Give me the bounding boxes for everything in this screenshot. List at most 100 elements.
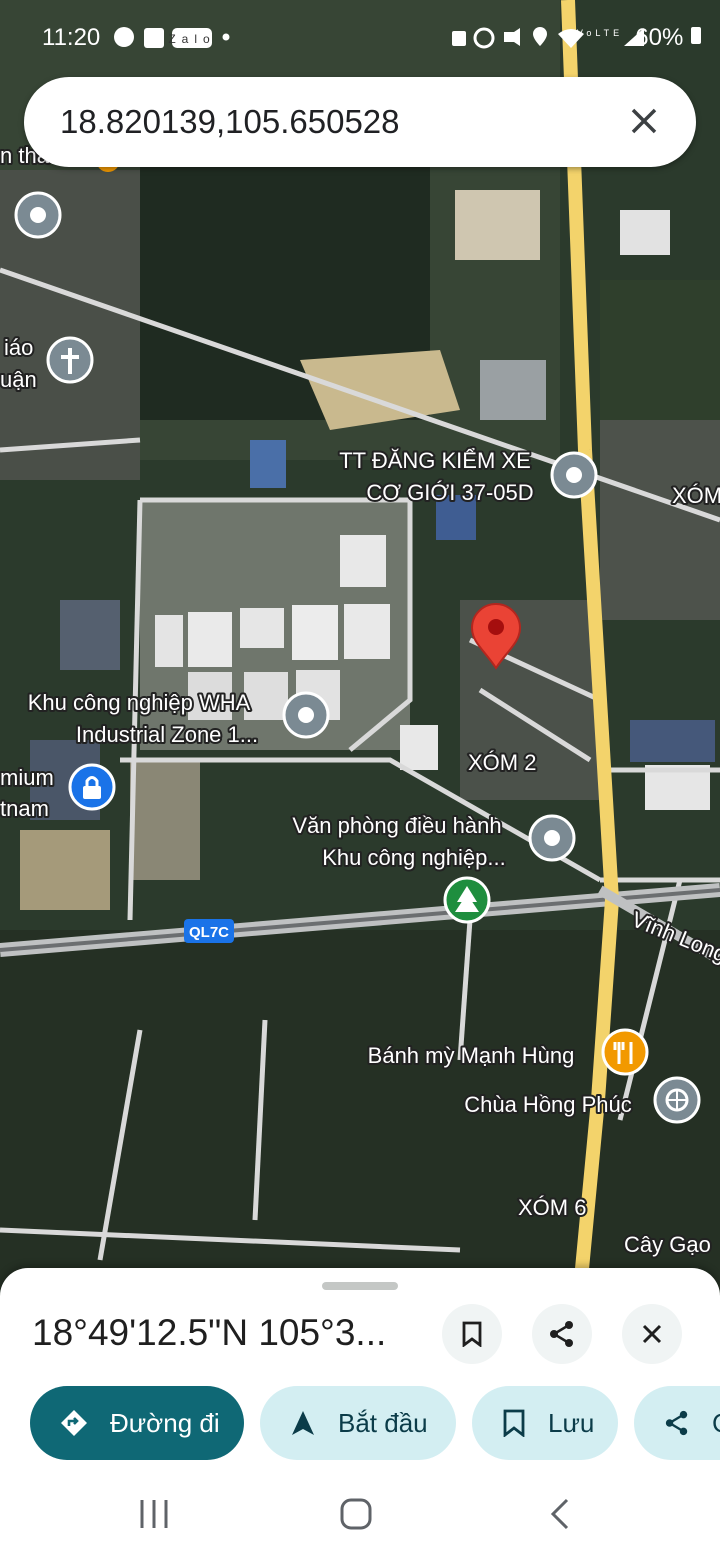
clear-search-button[interactable]	[620, 97, 668, 145]
map-label[interactable]: Văn phòng điều hành	[290, 811, 503, 840]
pin-dot-icon	[298, 707, 314, 723]
solar-roof	[630, 720, 715, 762]
battery-icon	[691, 27, 701, 44]
close-icon	[642, 1324, 662, 1344]
road-badge-label: QL7C	[189, 924, 229, 941]
map-label[interactable]: XÓM 2	[466, 748, 538, 777]
search-query[interactable]: 18.820139,105.650528	[60, 103, 400, 141]
messenger-icon	[114, 27, 134, 47]
poi-wha[interactable]	[282, 691, 330, 739]
factory-roof	[340, 535, 386, 587]
shopee-icon	[144, 28, 164, 48]
recents-button[interactable]	[138, 1498, 170, 1535]
map-label[interactable]: mium	[0, 763, 56, 792]
poi-church[interactable]	[46, 336, 94, 384]
pin-dot-icon	[544, 830, 560, 846]
back-icon	[550, 1498, 569, 1530]
alarm-icon	[473, 27, 495, 49]
bare-ground	[130, 760, 200, 880]
poi-banh-my[interactable]	[601, 1028, 649, 1076]
factory-roof	[155, 615, 183, 667]
bare-ground	[20, 830, 110, 910]
bookmark-icon	[462, 1321, 482, 1347]
lock-icon	[452, 31, 466, 46]
factory-roof	[188, 612, 232, 667]
share-button[interactable]	[532, 1304, 592, 1364]
share-icon	[664, 1410, 690, 1436]
dot-icon	[222, 33, 230, 41]
map-label[interactable]: Cây Gạo	[622, 1230, 713, 1259]
save-button[interactable]	[442, 1304, 502, 1364]
poi-van-phong[interactable]	[528, 814, 576, 862]
coordinates-title: 18°49'12.5"N 105°3...	[32, 1312, 387, 1353]
home-icon	[340, 1498, 372, 1530]
shopping-icon	[83, 786, 101, 799]
volte-icon: VoLTE	[577, 28, 623, 38]
poi-dang-kiem[interactable]	[550, 451, 598, 499]
map-label[interactable]: XÓM 6	[516, 1193, 588, 1222]
satellite-map[interactable]: QL7C n tha iáo uận TT ĐĂNG KIỂM XE CƠ GI…	[0, 0, 720, 1290]
factory-roof	[344, 604, 390, 659]
chip-label: Đường đi	[110, 1407, 220, 1438]
mute-icon	[504, 28, 520, 46]
start-chip[interactable]: Bắt đầu	[260, 1386, 456, 1460]
poi-chua[interactable]	[653, 1076, 701, 1124]
map-label[interactable]: iáo	[2, 333, 35, 362]
share-chip[interactable]: C	[634, 1386, 720, 1460]
action-chips: Đường đi Bắt đầu Lưu C	[0, 1386, 720, 1462]
map-label[interactable]: TT ĐĂNG KIỂM XE	[337, 446, 533, 475]
save-chip[interactable]: Lưu	[472, 1386, 618, 1460]
status-time: 11:20	[42, 24, 101, 51]
location-icon	[533, 27, 547, 46]
navigation-icon	[290, 1409, 316, 1437]
chip-label: Bắt đầu	[338, 1407, 428, 1438]
directions-icon	[60, 1409, 88, 1437]
pin-dot-icon	[566, 467, 582, 483]
residential-area	[600, 420, 720, 620]
factory-roof	[244, 672, 288, 720]
home-button[interactable]	[340, 1498, 372, 1535]
map-label[interactable]: Khu công nghiệp...	[320, 843, 507, 872]
map-label[interactable]: Chùa Hồng Phúc	[462, 1090, 634, 1119]
poi-park[interactable]	[443, 876, 491, 924]
drag-handle[interactable]	[322, 1282, 398, 1290]
poi-top-left[interactable]	[14, 191, 62, 239]
building	[455, 190, 540, 260]
close-icon	[631, 108, 657, 134]
bookmark-icon	[502, 1409, 526, 1437]
map-label[interactable]: Industrial Zone 1...	[74, 720, 260, 749]
pin-dot-icon	[30, 207, 46, 223]
battery-indicator: 60%	[635, 24, 702, 52]
map-label[interactable]: XÓM	[670, 481, 720, 510]
map-label[interactable]: Bánh mỳ Mạnh Hùng	[366, 1041, 577, 1070]
chip-label: Lưu	[548, 1407, 595, 1438]
battery-percent: 60%	[635, 24, 684, 51]
zalo-label: Zalo	[168, 32, 215, 46]
back-button[interactable]	[548, 1498, 572, 1535]
poi-premium[interactable]	[68, 763, 116, 811]
ql7c-badge: QL7C	[184, 919, 234, 943]
factory-roof	[292, 605, 338, 660]
map-label[interactable]: uận	[0, 365, 39, 394]
system-icons: VoLTE	[448, 24, 658, 56]
factory-roof	[620, 210, 670, 255]
notification-icons: Zalo	[112, 24, 262, 56]
solar-roof	[250, 440, 286, 488]
map-label[interactable]: CƠ GIỚI 37-05D	[364, 478, 535, 507]
factory-roof	[480, 360, 546, 420]
recents-icon	[140, 1500, 168, 1528]
pin-center-icon	[488, 619, 504, 635]
factory-roof	[400, 725, 438, 770]
search-bar[interactable]: 18.820139,105.650528	[24, 77, 696, 167]
map-label[interactable]: tnam	[0, 794, 51, 823]
directions-chip[interactable]: Đường đi	[30, 1386, 244, 1460]
solar-roof	[60, 600, 120, 670]
place-bottom-sheet[interactable]: 18°49'12.5"N 105°3... Đường đi Bắt đầu L…	[0, 1268, 720, 1560]
factory-roof	[240, 608, 284, 648]
system-nav-bar	[0, 1470, 720, 1560]
close-sheet-button[interactable]	[622, 1304, 682, 1364]
share-icon	[550, 1321, 573, 1347]
map-label[interactable]: Khu công nghiệp WHA	[26, 688, 253, 717]
chip-label: C	[712, 1408, 720, 1439]
status-bar: 11:20 Zalo VoLTE 60%	[0, 0, 720, 76]
